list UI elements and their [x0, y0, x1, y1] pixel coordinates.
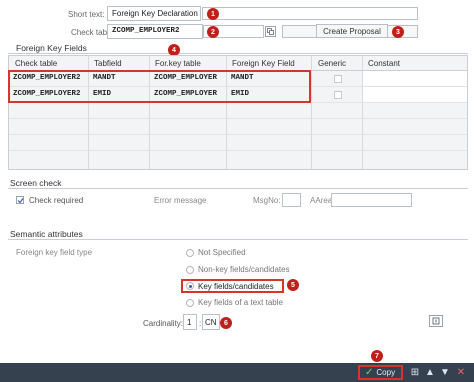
short-text-field-ext[interactable] [202, 7, 418, 20]
aarea-field[interactable] [331, 193, 412, 207]
fk-fields-divider [8, 53, 468, 54]
badge-7: 7 [371, 350, 383, 362]
radio-not-specified[interactable] [186, 249, 194, 257]
check-required-checkbox[interactable] [16, 196, 24, 204]
badge-6: 6 [220, 317, 232, 329]
hierarchy-icon[interactable]: ⊞ [409, 366, 421, 378]
fk-fields-table: Check table Tabfield For.key table Forei… [8, 55, 468, 170]
checkmark-icon: ✓ [365, 367, 374, 378]
badge-5: 5 [287, 279, 299, 291]
col-header-check-table[interactable]: Check table [12, 56, 60, 70]
copy-label: Copy [376, 368, 396, 377]
check-table-field[interactable]: ZCOMP_EMPLOYER2 [107, 24, 203, 39]
msgno-field[interactable] [282, 193, 301, 207]
col-header-constant[interactable]: Constant [365, 56, 403, 70]
up-icon[interactable]: ▲ [424, 366, 436, 378]
fk-field-type-label: Foreign key field type [16, 248, 93, 257]
error-message-label: Error message [154, 196, 207, 205]
checkbox-checked-icon [17, 198, 24, 204]
screen-check-divider [8, 188, 468, 189]
radio-non-key-fields[interactable] [186, 266, 194, 274]
option-non-key-fields-label: Non-key fields/candidates [198, 265, 290, 274]
msgno-label: MsgNo: [253, 196, 281, 205]
copy-button[interactable]: ✓ Copy [358, 365, 403, 380]
option-key-fields-label: Key fields/candidates [198, 282, 274, 291]
radio-key-fields[interactable] [186, 282, 194, 290]
badge-2: 2 [207, 26, 219, 38]
semantic-attributes-divider [8, 239, 468, 240]
col-header-fk-field[interactable]: Foreign Key Field [229, 56, 298, 70]
create-proposal-button[interactable]: Create Proposal [316, 24, 388, 38]
table-row-1-generic-checkbox[interactable] [334, 75, 342, 83]
table-row-2-generic-checkbox[interactable] [334, 91, 342, 99]
semantic-attributes-title: Semantic attributes [10, 229, 83, 239]
fk-rows-highlight [8, 70, 311, 103]
badge-3: 3 [392, 26, 404, 38]
short-text-field[interactable]: Foreign Key Declaration [107, 6, 201, 21]
col-header-fk-table[interactable]: For.key table [152, 56, 204, 70]
badge-1: 1 [207, 8, 219, 20]
short-text-label: Short text: [68, 10, 105, 19]
option-key-fields-text-table-label: Key fields of a text table [198, 298, 283, 307]
down-icon[interactable]: ▼ [439, 366, 451, 378]
close-icon[interactable]: ✕ [455, 366, 467, 378]
check-required-label: Check required [29, 196, 84, 205]
fk-fields-title: Foreign Key Fields [16, 43, 87, 53]
info-icon[interactable] [429, 315, 443, 327]
radio-key-fields-text-table[interactable] [186, 299, 194, 307]
match-code-icon[interactable] [265, 26, 276, 37]
cardinality-separator: : [199, 319, 202, 328]
cardinality-label: Cardinality: [143, 319, 184, 328]
col-header-tabfield[interactable]: Tabfield [91, 56, 125, 70]
option-not-specified-label: Not Specified [198, 248, 246, 257]
col-header-generic[interactable]: Generic [315, 56, 349, 70]
screen-check-title: Screen check [10, 178, 62, 188]
cardinality-right-field[interactable]: CN [202, 314, 220, 330]
footer-toolbar: 7 ✓ Copy ⊞ ▲ ▼ ✕ [0, 350, 474, 382]
cardinality-left-field[interactable]: 1 [183, 314, 197, 330]
